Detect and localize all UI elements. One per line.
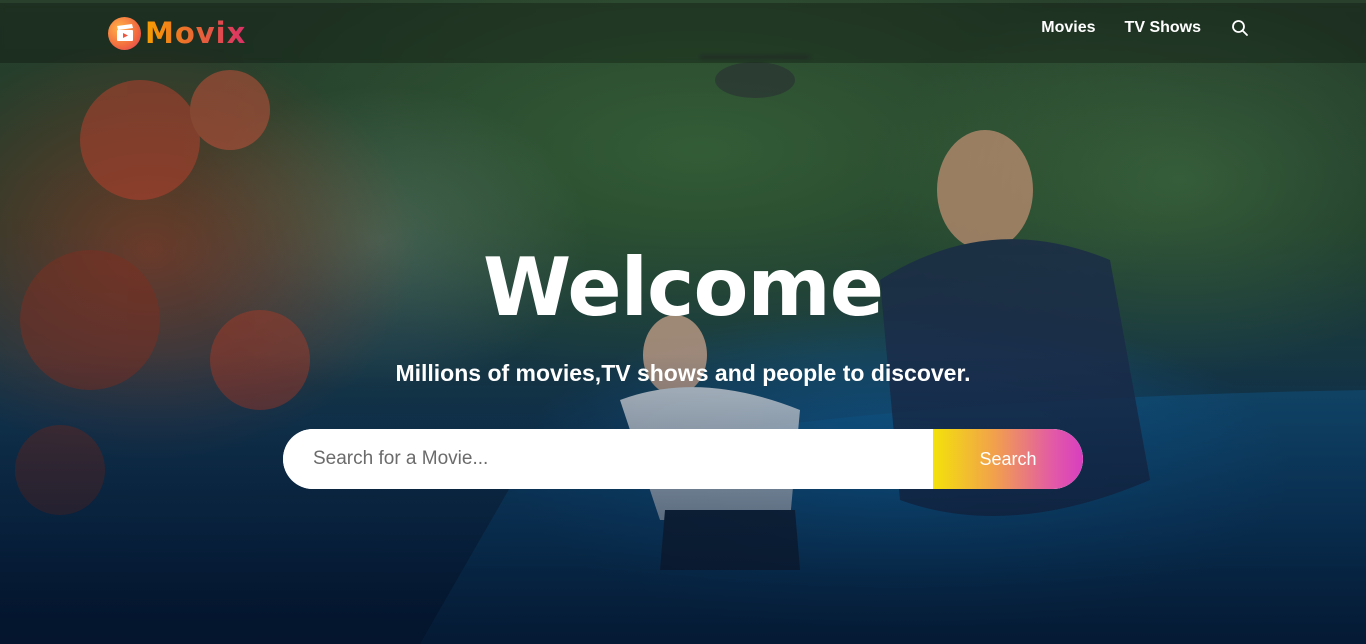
search-icon[interactable] [1231,19,1249,37]
search-input[interactable] [283,429,933,489]
logo-text: Movix [145,16,247,50]
hero-title: Welcome [482,241,884,334]
nav-movies[interactable]: Movies [1041,17,1095,39]
main-nav: Movies TV Shows [1012,17,1249,39]
search-button[interactable]: Search [933,429,1083,489]
hero-search-bar: Search [283,429,1083,489]
logo[interactable]: Movix [108,15,246,51]
site-header: Movix Movies TV Shows [0,3,1366,63]
hero-subtitle: Millions of movies,TV shows and people t… [395,360,971,386]
clapperboard-icon [108,16,141,50]
nav-tv-shows[interactable]: TV Shows [1125,17,1201,39]
